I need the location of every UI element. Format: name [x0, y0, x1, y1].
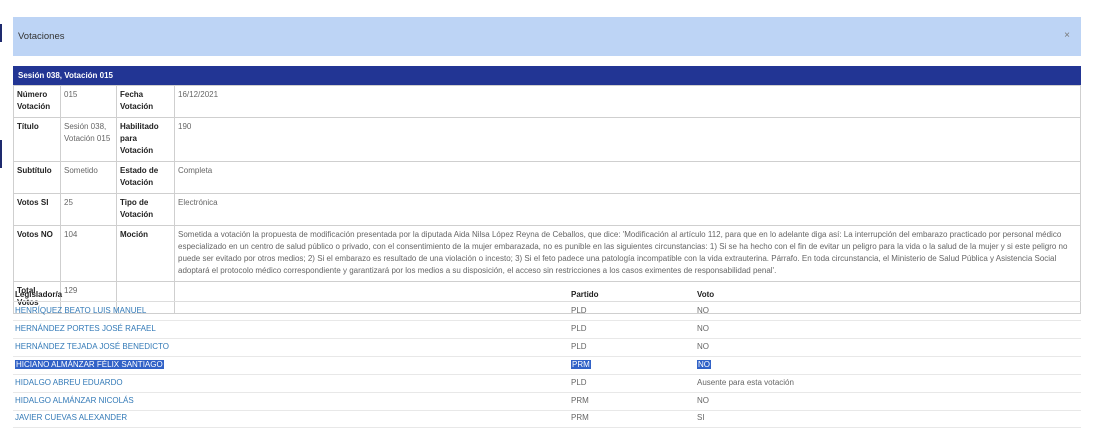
legislator-link[interactable]: HICIANO ALMÁNZAR FÉLIX SANTIAGO	[15, 360, 164, 369]
numero-value: 015	[60, 85, 117, 118]
estado-label: Estado de Votación	[116, 161, 175, 194]
party-cell: PLD	[571, 378, 587, 387]
info-row: Título Sesión 038, Votación 015 Habilita…	[13, 117, 1081, 162]
partido-header: Partido	[571, 290, 599, 299]
info-row: Votos NO 104 Moción Sometida a votación …	[13, 225, 1081, 282]
vote-info-table: Número Votación 015 Fecha Votación 16/12…	[13, 85, 1081, 314]
party-cell: PRM	[571, 396, 589, 405]
vote-cell: NO	[697, 360, 711, 369]
vote-cell: Ausente para esta votación	[697, 378, 794, 387]
habilitado-label: Habilitado para Votación	[116, 117, 175, 162]
fecha-label: Fecha Votación	[116, 85, 175, 118]
estado-value: Completa	[174, 161, 1081, 194]
vote-cell: SI	[697, 413, 705, 422]
votos-si-label: Votos SI	[13, 193, 61, 226]
mocion-value: Sometida a votación la propuesta de modi…	[174, 225, 1081, 282]
fecha-value: 16/12/2021	[174, 85, 1081, 118]
legislator-link[interactable]: HERNÁNDEZ PORTES JOSÉ RAFAEL	[15, 324, 156, 333]
table-row-selected: HICIANO ALMÁNZAR FÉLIX SANTIAGO PRM NO	[13, 357, 1081, 375]
window-edge-mark	[0, 140, 2, 168]
table-row: HERNÁNDEZ PORTES JOSÉ RAFAEL PLD NO	[13, 321, 1081, 339]
vote-cell: NO	[697, 342, 709, 351]
party-cell: PLD	[571, 306, 587, 315]
close-icon[interactable]: ×	[1064, 30, 1070, 41]
numero-label: Número Votación	[13, 85, 61, 118]
party-cell: PRM	[571, 360, 591, 369]
subtitulo-label: Subtítulo	[13, 161, 61, 194]
party-cell: PRM	[571, 413, 589, 422]
votos-no-value: 104	[60, 225, 117, 282]
vote-cell: NO	[697, 324, 709, 333]
party-cell: PLD	[571, 324, 587, 333]
titulo-label: Título	[13, 117, 61, 162]
table-row: HENRÍQUEZ BEATO LUIS MANUEL PLD NO	[13, 303, 1081, 321]
section-title: Sesión 038, Votación 015	[13, 66, 1081, 85]
modal-header: Votaciones ×	[13, 17, 1081, 56]
legislator-link[interactable]: HERNÁNDEZ TEJADA JOSÉ BENEDICTO	[15, 342, 169, 351]
info-row: Votos SI 25 Tipo de Votación Electrónica	[13, 193, 1081, 226]
legislator-link[interactable]: HENRÍQUEZ BEATO LUIS MANUEL	[15, 306, 146, 315]
info-row: Subtítulo Sometido Estado de Votación Co…	[13, 161, 1081, 194]
info-row: Número Votación 015 Fecha Votación 16/12…	[13, 85, 1081, 118]
vote-cell: NO	[697, 306, 709, 315]
voto-header: Voto	[697, 290, 715, 299]
votos-si-value: 25	[60, 193, 117, 226]
legislator-link[interactable]: HIDALGO ALMÁNZAR NICOLÁS	[15, 396, 134, 405]
table-row: HERNÁNDEZ TEJADA JOSÉ BENEDICTO PLD NO	[13, 339, 1081, 357]
votes-table-header: Legislador/a Partido Voto	[13, 287, 1081, 302]
habilitado-value: 190	[174, 117, 1081, 162]
tipo-label: Tipo de Votación	[116, 193, 175, 226]
legislador-header: Legislador/a	[15, 290, 63, 299]
legislator-link[interactable]: JAVIER CUEVAS ALEXANDER	[15, 413, 127, 422]
titulo-value: Sesión 038, Votación 015	[60, 117, 117, 162]
window-edge-mark	[0, 24, 2, 42]
table-row: HIDALGO ABREU EDUARDO PLD Ausente para e…	[13, 375, 1081, 393]
subtitulo-value: Sometido	[60, 161, 117, 194]
table-row: HIDALGO ALMÁNZAR NICOLÁS PRM NO	[13, 393, 1081, 411]
modal-title: Votaciones	[18, 31, 65, 42]
legislator-link[interactable]: HIDALGO ABREU EDUARDO	[15, 378, 123, 387]
mocion-label: Moción	[116, 225, 175, 282]
vote-cell: NO	[697, 396, 709, 405]
tipo-value: Electrónica	[174, 193, 1081, 226]
votos-no-label: Votos NO	[13, 225, 61, 282]
table-row: JAVIER CUEVAS ALEXANDER PRM SI	[13, 410, 1081, 428]
party-cell: PLD	[571, 342, 587, 351]
